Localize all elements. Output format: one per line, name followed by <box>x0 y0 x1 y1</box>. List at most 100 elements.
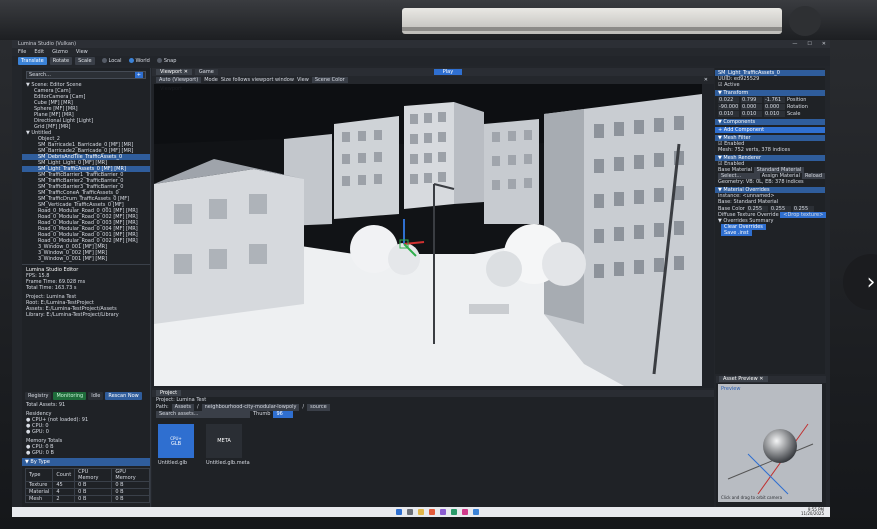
table-cell: Material <box>24 488 54 496</box>
table-cell: Texture <box>24 481 54 489</box>
tab-viewport[interactable]: Viewport ✕ <box>156 69 192 75</box>
rescan-button[interactable]: Rescan Now <box>105 392 142 400</box>
position-label: Position <box>787 97 807 103</box>
translate-button[interactable]: Translate <box>18 57 47 65</box>
position-y[interactable]: 0.799 <box>741 97 762 103</box>
thumb-label: Thumb <box>253 411 271 417</box>
components-header[interactable]: ▼ Components <box>715 119 825 125</box>
reload-button[interactable]: Reload <box>801 173 825 179</box>
viewport-toolbar: Auto (Viewport) Mode Size follows viewpo… <box>152 76 714 84</box>
breadcrumb-folder[interactable]: neighbourhood-city-modular-lowpoly <box>201 404 300 411</box>
file-explorer-icon[interactable] <box>418 509 424 515</box>
asset-search-input[interactable]: Search assets... <box>156 411 250 418</box>
tab-project[interactable]: Project <box>156 390 182 396</box>
scene-color-dropdown[interactable]: Scene Color <box>311 77 348 83</box>
table-cell: 0 B <box>111 481 150 489</box>
close-button[interactable]: ✕ <box>822 41 826 47</box>
menu-edit[interactable]: Edit <box>34 49 44 55</box>
tab-registry[interactable]: Registry <box>25 392 52 400</box>
lumina-studio-icon[interactable] <box>473 509 479 515</box>
snap-label: Snap <box>163 58 177 64</box>
local-label: Local <box>108 58 122 64</box>
menu-file[interactable]: File <box>18 49 26 55</box>
add-entity-button[interactable]: + <box>134 72 143 78</box>
tab-game[interactable]: Game <box>194 69 218 75</box>
transform-header[interactable]: ▼ Transform <box>715 90 825 96</box>
table-header: Count <box>52 468 76 482</box>
project-panel: Project Project: Lumina Test Path: Asset… <box>152 390 714 508</box>
world-radio-icon[interactable] <box>128 58 134 63</box>
table-header: GPU Memory <box>111 468 150 482</box>
menu-gizmo[interactable]: Gizmo <box>52 49 68 55</box>
add-component-button[interactable]: + Add Component <box>715 127 825 133</box>
inspector-panel: SM_Light_TrafficAssets_0 UUID: ed925529 … <box>715 68 827 374</box>
snap-checkbox-icon[interactable] <box>156 58 162 63</box>
asset-tile[interactable]: META Untitled.glb.meta <box>206 424 250 466</box>
asset-thumbnail[interactable]: META <box>206 424 242 458</box>
hierarchy-search[interactable]: Search... + <box>26 71 146 79</box>
save-inst-button[interactable]: Save .inst <box>721 230 752 236</box>
minimize-button[interactable]: — <box>792 41 797 47</box>
view-mode-dropdown[interactable]: Auto (Viewport) <box>156 77 202 83</box>
by-type-header[interactable]: ▼ By Type <box>22 458 150 466</box>
scale-z[interactable]: 0.010 <box>764 111 785 117</box>
preview-sphere <box>727 423 814 495</box>
project-name: Project: Lumina Test <box>156 397 207 403</box>
editor-app-icon[interactable] <box>462 509 468 515</box>
editor-info: Lumina Studio Editor FPS: 15.8 Frame Tim… <box>22 267 150 318</box>
table-row: Material 4 0 B 0 B <box>24 488 150 496</box>
scene-viewport[interactable]: Viewport <box>154 84 702 386</box>
preview-label: Preview <box>721 386 741 392</box>
asset-type: META <box>217 438 231 444</box>
asset-type: GLB <box>170 440 182 447</box>
scale-y[interactable]: 0.010 <box>741 111 762 117</box>
tab-idle[interactable]: Idle <box>88 392 104 400</box>
table-row: Texture 45 0 B 0 B <box>24 481 150 489</box>
scene-tree: ▼ Scene: Editor Scene Camera [Cam] EditorC… <box>22 82 150 262</box>
scene-render <box>154 84 702 386</box>
clock-date: 11/20/2025 <box>800 511 824 516</box>
tab-asset-preview[interactable]: Asset Preview ✕ <box>719 376 768 382</box>
table-row: Mesh 2 0 B 0 B <box>24 495 150 503</box>
breadcrumb-source[interactable]: source <box>307 404 330 411</box>
asset-name: Untitled.glb <box>158 460 188 466</box>
scale-button[interactable]: Scale <box>75 57 95 65</box>
wall-knob <box>789 6 821 36</box>
tree-item[interactable]: 3_Window_0_001 [MF] [MR] <box>22 256 150 262</box>
registry-tabs: Registry Monitoring Idle Rescan Now <box>22 390 150 402</box>
start-menu-icon[interactable] <box>396 509 402 515</box>
position-x[interactable]: 0.022 <box>718 97 739 103</box>
screen: Lumina Studio (Vulkan) — ☐ ✕ File Edit G… <box>12 40 830 517</box>
browser-icon[interactable] <box>429 509 435 515</box>
tab-monitoring[interactable]: Monitoring <box>53 392 87 400</box>
scale-x[interactable]: 0.010 <box>718 111 739 117</box>
search-icon[interactable] <box>407 509 413 515</box>
table-cell: 0 B <box>111 488 150 496</box>
by-type-table: Type Count CPU Memory GPU Memory Texture… <box>24 468 150 503</box>
panel-divider <box>22 264 150 265</box>
thumb-size-slider[interactable]: 96 <box>273 411 294 418</box>
gizmo-toolbar: Translate Rotate Scale Local World Snap <box>12 56 830 66</box>
rotate-button[interactable]: Rotate <box>49 57 73 65</box>
position-z[interactable]: -1.761 <box>764 97 785 103</box>
rotation-z[interactable]: 0.000 <box>764 104 785 110</box>
terminal-icon[interactable] <box>451 509 457 515</box>
rotation-y[interactable]: 0.000 <box>741 104 762 110</box>
drop-texture-slot[interactable]: <Drop texture> <box>780 212 827 218</box>
asset-thumbnail[interactable]: CPU+ GLB <box>158 424 194 458</box>
rotation-x[interactable]: -90.000 <box>718 104 739 110</box>
table-cell: 45 <box>52 481 76 489</box>
maximize-button[interactable]: ☐ <box>807 41 811 47</box>
hierarchy-search-input[interactable]: Search... <box>29 72 51 78</box>
breadcrumb-assets[interactable]: Assets <box>171 404 194 411</box>
table-cell: 0 B <box>74 488 113 496</box>
app-icon[interactable] <box>440 509 446 515</box>
play-button[interactable]: Play <box>434 69 462 75</box>
asset-tile[interactable]: CPU+ GLB Untitled.glb <box>158 424 196 466</box>
asset-preview-view[interactable]: Preview Click and drag to orbit camera <box>718 384 822 502</box>
table-cell: 0 B <box>74 481 113 489</box>
menu-view[interactable]: View <box>76 49 88 55</box>
local-radio-icon[interactable] <box>101 58 107 63</box>
path-breadcrumb: Path: Assets / neighbourhood-city-modula… <box>152 404 714 411</box>
viewport-close-icon[interactable]: ✕ <box>704 77 708 83</box>
